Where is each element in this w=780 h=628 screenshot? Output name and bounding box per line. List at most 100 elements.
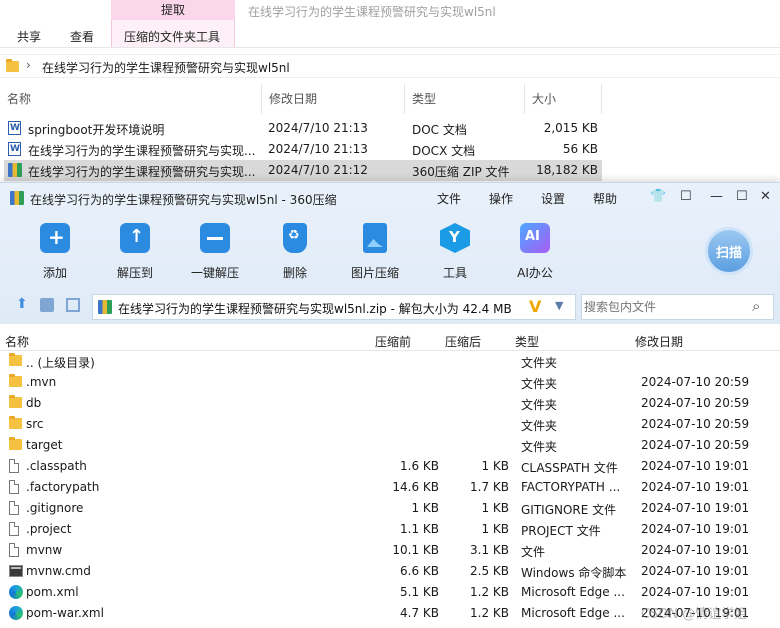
delete-icon: ♻ [283,223,307,253]
column-header-name[interactable]: 名称 [5,333,29,350]
toolbar-extract-to-button[interactable]: ↑ 解压到 [98,223,172,281]
up-arrow-icon[interactable]: ⬆ [16,296,30,312]
ribbon-tab-compressed-folder-tools[interactable]: 压缩的文件夹工具 [124,28,220,45]
edge-icon [9,585,23,599]
ribbon-tab-view[interactable]: 查看 [70,28,94,45]
file-type: 文件夹 [521,440,558,454]
folder-icon [9,374,22,387]
file-row[interactable]: .gitignore 1 KB 1 KB GITIGNORE 文件 2024-07-10… [0,498,780,519]
file-type: Windows 命令脚本 [521,566,627,580]
maximize-icon[interactable]: ☐ [736,189,748,204]
menu-settings[interactable]: 设置 [541,190,565,207]
column-header-name[interactable]: 名称 [0,84,262,114]
file-size-after: 1 KB [481,459,509,473]
toolbar-label: 图片压缩 [350,266,399,280]
list-view-icon[interactable] [66,298,80,312]
column-header-size-before[interactable]: 压缩前 [375,333,411,350]
search-icon[interactable]: ⌕ [752,297,760,315]
ribbon-tab-share[interactable]: 共享 [17,28,41,45]
address-bar[interactable]: › 在线学习行为的学生课程预警研究与实现wl5nl [0,54,780,78]
file-icon [9,543,19,557]
toolbar-one-click-extract-button[interactable]: 一键解压 [178,223,252,281]
column-header-size[interactable]: 大小 [525,84,602,114]
add-icon: + [40,223,70,253]
skin-icon[interactable]: 👕 [650,189,666,204]
menu-operate[interactable]: 操作 [489,190,513,207]
file-modified: 2024-07-10 19:01 [641,480,750,494]
explorer-row[interactable]: 在线学习行为的学生课程预警研究与实现... 2024/7/10 21:13 DO… [4,139,602,160]
thumbnail-view-icon[interactable] [40,298,54,312]
file-type: 文件夹 [521,398,558,412]
file-size-before: 1.1 KB [400,522,439,536]
scan-button[interactable]: 扫描 [705,227,753,275]
file-row[interactable]: .project 1.1 KB 1 KB PROJECT 文件 2024-07-10 1… [0,519,780,540]
file-row[interactable]: .classpath 1.6 KB 1 KB CLASSPATH 文件 2024-07-… [0,456,780,477]
file-size-before: 1.6 KB [400,459,439,473]
file-row[interactable]: src 文件夹 2024-07-10 20:59 [0,414,780,435]
file-row[interactable]: .. (上级目录) 文件夹 [0,351,780,372]
file-name: src [26,417,44,431]
file-modified: 2024-07-10 19:01 [641,564,750,578]
file-list-header: 名称 压缩前 压缩后 类型 修改日期 [0,329,780,351]
file-type: 文件夹 [521,377,558,391]
file-icon [9,459,19,473]
file-size-before: 4.7 KB [400,606,439,620]
toolbar-image-compress-button[interactable]: 图片压缩 [338,223,412,281]
row-name: springboot开发环境说明 [28,123,165,137]
ribbon-context-tab-extract[interactable]: 提取 [111,0,235,20]
file-row[interactable]: target 文件夹 2024-07-10 20:59 [0,435,780,456]
file-name: mvnw.cmd [26,564,91,578]
minimize-icon[interactable]: — [710,189,723,204]
toolbar-tools-button[interactable]: Y 工具 [418,223,492,281]
close-icon[interactable]: ✕ [760,189,771,204]
file-size-after: 1 KB [481,501,509,515]
zip-path-bar[interactable]: 在线学习行为的学生课程预警研究与实现wl5nl.zip - 解包大小为 42.4… [92,294,576,320]
file-row[interactable]: .mvn 文件夹 2024-07-10 20:59 [0,372,780,393]
column-header-size-after[interactable]: 压缩后 [445,333,481,350]
file-type: 文件夹 [521,356,558,370]
search-box[interactable]: ⌕ [581,294,774,320]
file-row[interactable]: pom.xml 5.1 KB 1.2 KB Microsoft Edge ... 202… [0,582,780,603]
folder-icon [9,395,22,408]
file-size-after: 1.2 KB [470,585,509,599]
column-header-type[interactable]: 类型 [405,84,525,114]
row-size: 2,015 KB [543,121,598,135]
file-row[interactable]: mvnw 10.1 KB 3.1 KB 文件 2024-07-10 19:01 [0,540,780,561]
menu-help[interactable]: 帮助 [593,190,617,207]
file-name: target [26,438,63,452]
explorer-row[interactable]: springboot开发环境说明 2024/7/10 21:13 DOC 文档 … [4,118,602,139]
column-header-type[interactable]: 类型 [515,333,539,350]
zip-window-header: 在线学习行为的学生课程预警研究与实现wl5nl - 360压缩 文件 操作 设置… [0,183,780,324]
search-input[interactable] [584,298,744,316]
row-date: 2024/7/10 21:13 [268,142,368,156]
file-name: .project [26,522,72,536]
chevron-right-icon[interactable]: › [26,58,31,72]
feedback-icon[interactable]: ☐ [680,189,692,204]
column-header-date[interactable]: 修改日期 [262,84,405,114]
dropdown-icon[interactable]: ▼ [555,299,563,312]
zip-app-icon [10,191,24,205]
zip-archive-window: 在线学习行为的学生课程预警研究与实现wl5nl - 360压缩 文件 操作 设置… [0,182,780,628]
toolbar-delete-button[interactable]: ♻ 删除 [258,223,332,281]
file-modified: 2024-07-10 19:01 [641,522,750,536]
file-size-after: 2.5 KB [470,564,509,578]
word-icon [8,142,21,156]
menu-file[interactable]: 文件 [437,190,461,207]
explorer-row-selected[interactable]: 在线学习行为的学生课程预警研究与实现... 2024/7/10 21:12 36… [4,160,602,181]
file-type: PROJECT 文件 [521,524,601,538]
file-row[interactable]: mvnw.cmd 6.6 KB 2.5 KB Windows 命令脚本 2024-07-… [0,561,780,582]
folder-icon [6,59,19,72]
row-date: 2024/7/10 21:13 [268,121,368,135]
toolbar-add-button[interactable]: + 添加 [18,223,92,281]
row-name: 在线学习行为的学生课程预警研究与实现... [28,144,256,158]
v-logo-icon: V [529,297,542,316]
file-row[interactable]: db 文件夹 2024-07-10 20:59 [0,393,780,414]
file-size-before: 5.1 KB [400,585,439,599]
column-header-modified[interactable]: 修改日期 [635,333,683,350]
file-name: pom.xml [26,585,79,599]
file-modified: 2024-07-10 20:59 [641,396,750,410]
file-row[interactable]: .factorypath 14.6 KB 1.7 KB FACTORYPATH ...… [0,477,780,498]
toolbar-ai-office-button[interactable]: AI AI办公 [498,223,572,281]
ribbon-divider [0,47,780,48]
file-name: .gitignore [26,501,84,515]
